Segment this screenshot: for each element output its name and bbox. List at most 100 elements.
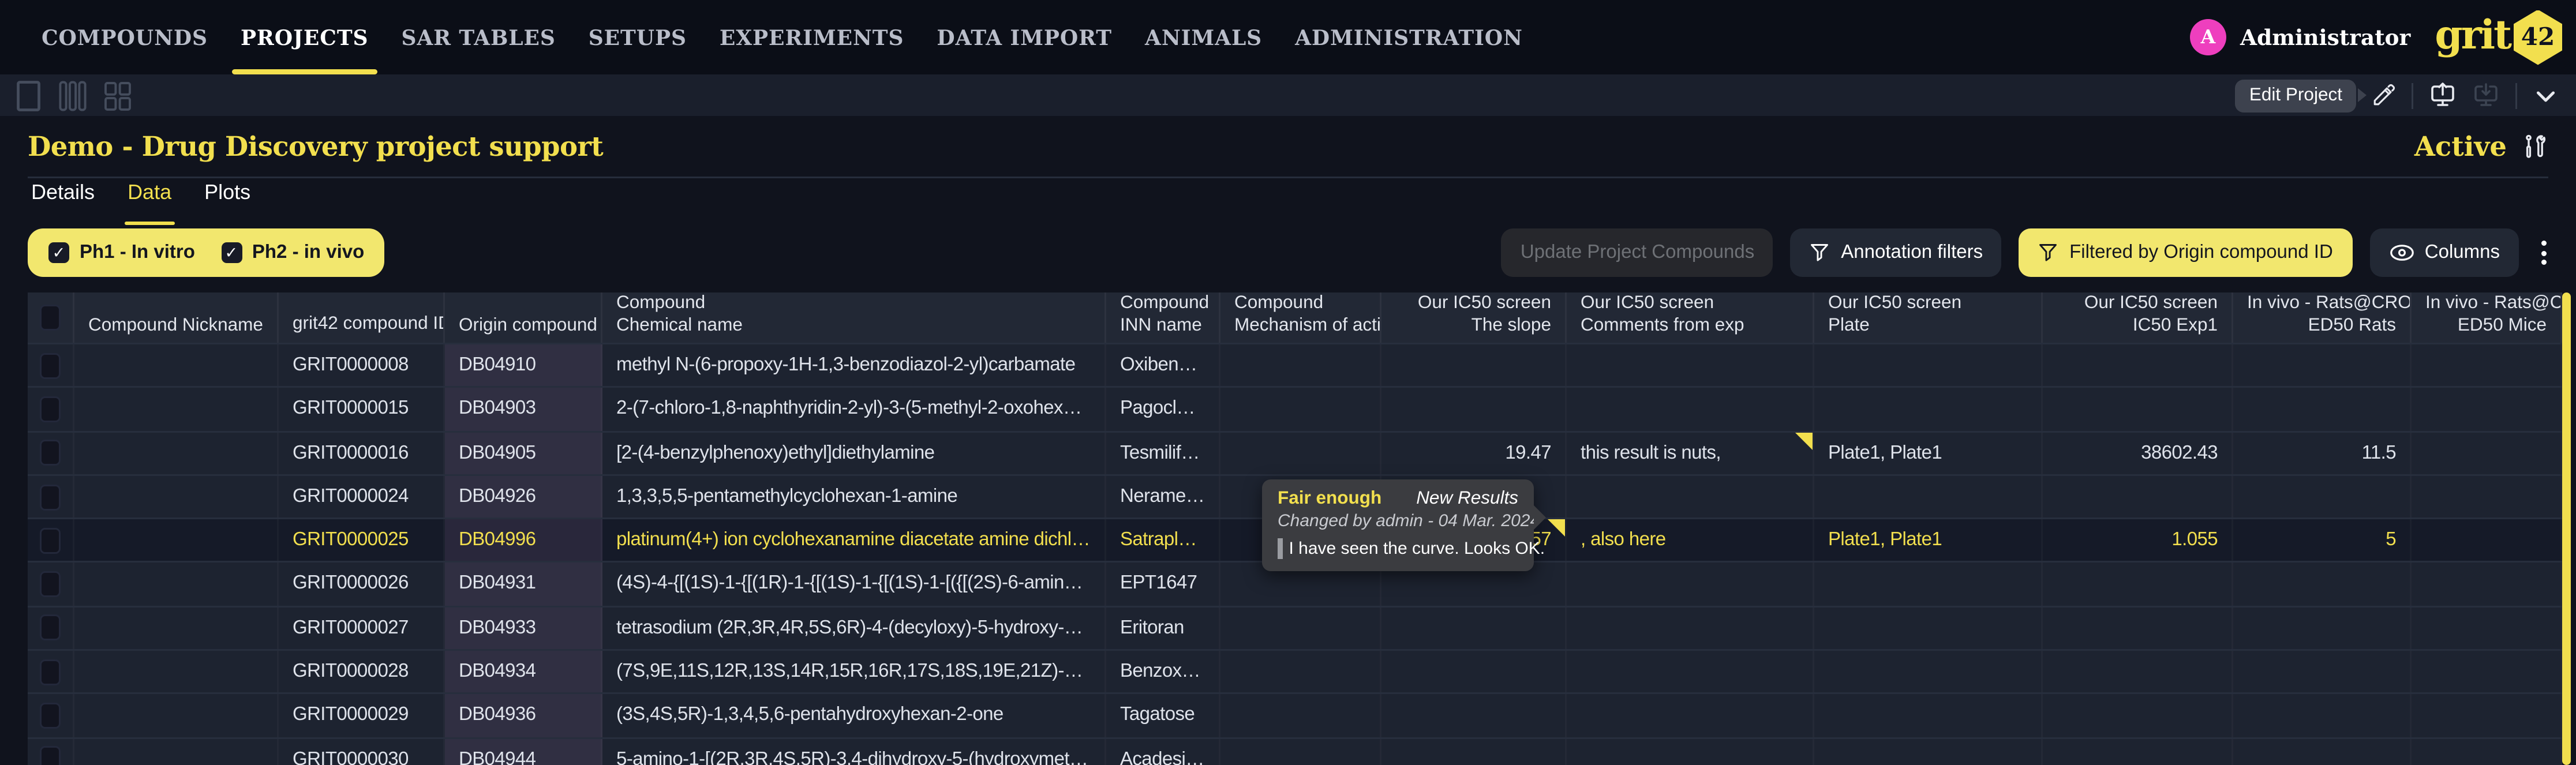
cell-origin_id: DB04910 [445, 344, 602, 387]
cell-nickname [74, 388, 279, 430]
column-header-ed50_mice[interactable]: In vivo - Rats@CROED50 Mice [2412, 292, 2562, 343]
cell-plate [1814, 344, 2043, 387]
cell-grit_id: GRIT0000008 [279, 344, 445, 387]
tooltip-tag: New Results [1416, 488, 1518, 509]
cell-chem_name: methyl N-(6-propoxy-1H-1,3-benzodiazol-2… [602, 344, 1106, 387]
cell-nickname [74, 476, 279, 518]
cell-grit_id: GRIT0000024 [279, 476, 445, 518]
column-header-nickname[interactable]: Compound Nickname [74, 292, 279, 343]
filtered-by-origin-button[interactable]: Filtered by Origin compound ID [2019, 228, 2352, 277]
row-checkbox[interactable] [40, 747, 61, 765]
grit42-logo[interactable]: grit 42 [2435, 10, 2562, 65]
tools-icon[interactable] [2521, 133, 2548, 160]
update-project-compounds-button[interactable]: Update Project Compounds [1502, 228, 1773, 277]
annotation-filters-button[interactable]: Annotation filters [1791, 228, 2002, 277]
column-header-ic50[interactable]: Our IC50 screenIC50 Exp1 [2043, 292, 2233, 343]
single-panel-view-icon[interactable] [16, 79, 42, 112]
column-header-chem_name[interactable]: CompoundChemical name [602, 292, 1106, 343]
nav-item-sar-tables[interactable]: SAR TABLES [401, 0, 555, 74]
checkbox-ph2-in-vivo[interactable]: ✓ Ph2 - in vivo [221, 242, 364, 263]
nav-item-setups[interactable]: SETUPS [589, 0, 687, 74]
nav-item-administration[interactable]: ADMINISTRATION [1295, 0, 1523, 74]
column-header-ed50_rats[interactable]: In vivo - Rats@CROED50 Rats [2233, 292, 2412, 343]
cell-chem_name: 5-amino-1-[(2R,3R,4S,5R)-3,4-dihydroxy-5… [602, 738, 1106, 765]
column-header-moa[interactable]: CompoundMechanism of action [1220, 292, 1381, 343]
cell-comments [1567, 651, 1814, 693]
table-row[interactable]: GRIT0000015DB049032-(7-chloro-1,8-naphth… [28, 387, 2562, 430]
row-checkbox[interactable] [40, 484, 61, 510]
cell-chem_name: (3S,4S,5R)-1,3,4,5,6-pentahydroxyhexan-2… [602, 695, 1106, 737]
nav-item-animals[interactable]: ANIMALS [1145, 0, 1262, 74]
tab-details[interactable]: Details [28, 180, 98, 218]
row-checkbox[interactable] [40, 527, 61, 553]
cell-comments [1567, 388, 1814, 430]
cell-grit_id: GRIT0000027 [279, 607, 445, 649]
cell-ed50_rats: 11.5 [2233, 432, 2412, 474]
column-header-select[interactable] [28, 292, 74, 343]
cell-origin_id: DB04905 [445, 432, 602, 474]
chevron-down-icon[interactable] [2533, 82, 2559, 108]
annotation-filters-label: Annotation filters [1841, 242, 1983, 263]
tab-plots[interactable]: Plots [201, 180, 254, 218]
cell-slope [1381, 695, 1567, 737]
avatar-initial: A [2201, 26, 2216, 48]
row-checkbox[interactable] [40, 703, 61, 729]
row-checkbox[interactable] [40, 396, 61, 422]
edit-pencil-icon[interactable] [2372, 83, 2396, 107]
logo-number: 42 [2521, 24, 2555, 51]
column-header-comments[interactable]: Our IC50 screenComments from exp [1567, 292, 1814, 343]
column-header-origin_id[interactable]: Origin compound ID [445, 292, 602, 343]
grid-view-icon[interactable] [104, 79, 132, 112]
table-row[interactable]: GRIT0000030DB049445-amino-1-[(2R,3R,4S,5… [28, 737, 2562, 765]
select-all-checkbox[interactable] [40, 305, 61, 331]
quote-bar [1278, 538, 1282, 559]
cell-moa [1220, 344, 1381, 387]
cell-chem_name: tetrasodium (2R,3R,4R,5S,6R)-4-(decyloxy… [602, 607, 1106, 649]
more-options-kebab-icon[interactable] [2536, 241, 2552, 265]
cell-origin_id: DB04926 [445, 476, 602, 518]
vertical-scrollbar[interactable] [2562, 292, 2570, 765]
row-checkbox[interactable] [40, 571, 61, 597]
tab-data[interactable]: Data [124, 180, 175, 218]
checkbox-ph1-in-vitro[interactable]: ✓ Ph1 - In vitro [48, 242, 195, 263]
download-screen-icon[interactable] [2472, 81, 2500, 109]
nav-item-data-import[interactable]: DATA IMPORT [937, 0, 1112, 74]
cell-slope [1381, 388, 1567, 430]
share-screen-icon[interactable] [2429, 81, 2457, 109]
cell-moa [1220, 651, 1381, 693]
columns-button[interactable]: Columns [2369, 228, 2519, 277]
cell-slope [1381, 738, 1567, 765]
row-select-cell [28, 738, 74, 765]
avatar[interactable]: A [2190, 19, 2226, 55]
table-row[interactable]: GRIT0000016DB04905[2-(4-benzylphenoxy)et… [28, 430, 2562, 474]
column-header-grit_id[interactable]: grit42 compound ID∧ [279, 292, 445, 343]
row-checkbox[interactable] [40, 659, 61, 685]
cell-origin_id: DB04944 [445, 738, 602, 765]
cell-ic50 [2043, 695, 2233, 737]
row-checkbox[interactable] [40, 440, 61, 466]
table-row[interactable]: GRIT0000028DB04934(7S,9E,11S,12R,13S,14R… [28, 649, 2562, 693]
edit-project-tooltip[interactable]: Edit Project [2236, 79, 2356, 112]
table-header: Compound Nicknamegrit42 compound ID∧Orig… [28, 292, 2562, 343]
table-row[interactable]: GRIT0000029DB04936(3S,4S,5R)-1,3,4,5,6-p… [28, 693, 2562, 737]
row-checkbox[interactable] [40, 352, 61, 378]
row-select-cell [28, 520, 74, 562]
nav-item-compounds[interactable]: COMPOUNDS [42, 0, 208, 74]
table-row[interactable]: GRIT0000008DB04910methyl N-(6-propoxy-1H… [28, 343, 2562, 387]
cell-ed50_rats [2233, 738, 2412, 765]
column-header-slope[interactable]: Our IC50 screenThe slope [1381, 292, 1567, 343]
nav-item-projects[interactable]: PROJECTS [241, 0, 368, 74]
cell-comments [1567, 344, 1814, 387]
row-select-cell [28, 476, 74, 518]
row-checkbox[interactable] [40, 615, 61, 641]
column-header-inn[interactable]: CompoundINN name [1106, 292, 1220, 343]
row-select-cell [28, 563, 74, 605]
table-row[interactable]: GRIT0000027DB04933tetrasodium (2R,3R,4R,… [28, 605, 2562, 649]
checkbox-label: Ph1 - In vitro [80, 242, 195, 263]
nav-item-experiments[interactable]: EXPERIMENTS [720, 0, 904, 74]
cell-ed50_mice [2412, 388, 2562, 430]
column-header-plate[interactable]: Our IC50 screenPlate [1814, 292, 2043, 343]
cell-moa [1220, 607, 1381, 649]
column-view-icon[interactable] [59, 79, 87, 112]
cell-plate [1814, 695, 2043, 737]
